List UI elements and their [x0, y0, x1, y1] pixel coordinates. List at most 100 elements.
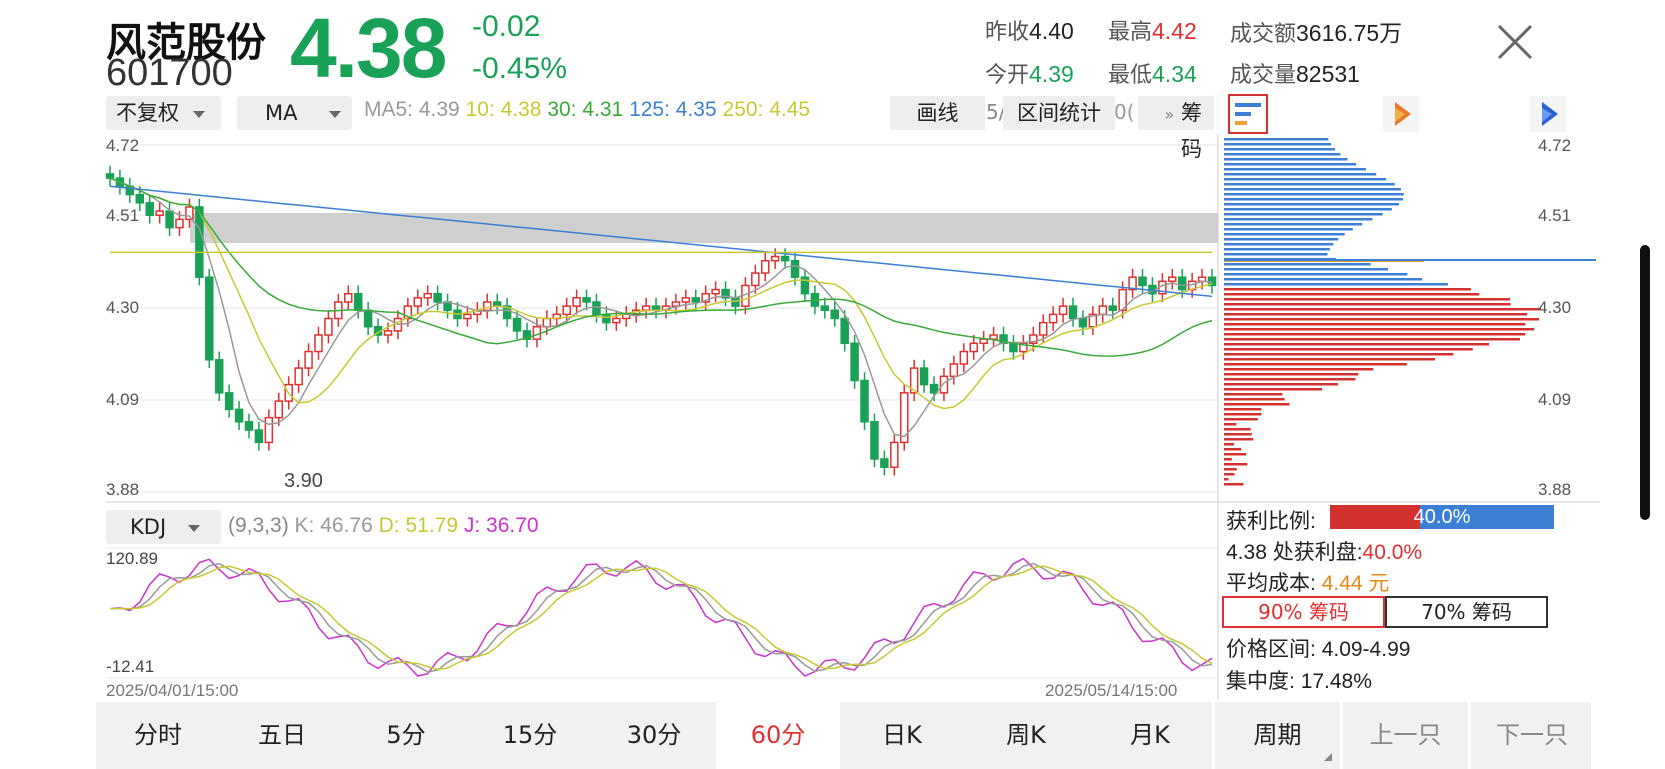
chip-tab-70[interactable]: 70% 筹码 [1385, 596, 1548, 628]
candle-body [970, 343, 977, 351]
kdj-d-line [110, 566, 1212, 669]
chip-bar [1224, 343, 1489, 346]
chip-bar [1224, 158, 1348, 161]
period-tab[interactable]: 分时 [96, 702, 220, 769]
chip-bar [1224, 248, 1330, 251]
chip-bar [1224, 383, 1338, 386]
concentration-row: 集中度: 17.48% [1226, 665, 1372, 695]
candle-body [315, 335, 322, 352]
candle-body [355, 294, 362, 311]
chip-bar [1224, 433, 1252, 436]
chip-bar [1224, 478, 1228, 481]
candle-body [1179, 277, 1186, 289]
period-tab[interactable]: 五日 [220, 702, 344, 769]
candle-body [851, 343, 858, 380]
chip-bar [1224, 173, 1376, 176]
candle-body [186, 207, 193, 219]
chip-y-tick-label: 4.72 [1538, 136, 1571, 156]
chip-bar [1224, 393, 1282, 396]
y-tick-label: 3.88 [106, 480, 139, 500]
kdj-y-max: 120.89 [106, 549, 158, 569]
chip-bar [1224, 298, 1510, 301]
chip-bar [1224, 198, 1403, 201]
period-tab[interactable]: 5分 [344, 702, 468, 769]
candle-body [136, 195, 143, 203]
candle-body [464, 314, 471, 318]
chip-bar [1224, 438, 1253, 441]
candle-body [265, 418, 272, 443]
period-tab[interactable]: 30分 [592, 702, 716, 769]
y-tick-label: 4.51 [106, 206, 139, 226]
chip-bar [1224, 348, 1473, 351]
y-tick-label: 4.72 [106, 136, 139, 156]
candle-body [434, 294, 441, 302]
concentration-value: 17.48% [1301, 670, 1372, 693]
candle-body [533, 327, 540, 339]
chip-bar [1224, 453, 1246, 456]
period-tab[interactable]: 周K [964, 702, 1088, 769]
kdj-y-min: -12.41 [106, 657, 154, 677]
y-tick-label: 4.30 [106, 298, 139, 318]
candle-body [891, 442, 898, 467]
period-tab[interactable]: 15分 [468, 702, 592, 769]
chip-bar [1224, 193, 1404, 196]
candle-body [365, 310, 372, 327]
candle-body [762, 261, 769, 273]
candle-body [772, 257, 779, 261]
candle-body [921, 368, 928, 385]
kdj-j-value: J: 36.70 [464, 514, 539, 537]
price-range-row: 价格区间: 4.09-4.99 [1226, 633, 1410, 663]
next-stock-button[interactable]: 下一只 [1468, 702, 1593, 769]
candle-body [682, 298, 689, 302]
candle-body [424, 294, 431, 298]
chip-bar [1224, 473, 1234, 476]
candle-body [384, 331, 391, 335]
chip-bar [1224, 288, 1471, 291]
candle-body [156, 211, 163, 215]
chip-bar [1224, 403, 1289, 406]
chip-tab-90[interactable]: 90% 筹码 [1222, 596, 1385, 628]
chip-bar [1224, 353, 1453, 356]
chip-bar [1224, 483, 1243, 486]
candle-body [484, 302, 491, 310]
chip-bar [1224, 408, 1261, 411]
avg-cost-row: 平均成本: 4.44 元 [1226, 567, 1389, 597]
candle-body [603, 314, 610, 322]
prev-stock-button[interactable]: 上一只 [1340, 702, 1468, 769]
chip-bar [1224, 448, 1241, 451]
resistance-band [190, 213, 1218, 243]
candle-body [275, 401, 282, 418]
chip-bar [1224, 203, 1399, 206]
candle-body [752, 273, 759, 285]
candle-body [226, 393, 233, 410]
kline-chart[interactable] [0, 0, 1665, 769]
candle-body [1060, 306, 1067, 314]
chip-bar [1224, 143, 1331, 146]
period-tab[interactable]: 月K [1088, 702, 1212, 769]
candle-body [672, 302, 679, 306]
candle-body [861, 380, 868, 421]
kdj-dropdown[interactable]: KDJ [106, 510, 221, 544]
kdj-d-value: D: 51.79 [379, 514, 458, 537]
chip-bar [1224, 268, 1388, 271]
kdj-label: KDJ [130, 515, 166, 539]
kdj-k-line [110, 563, 1212, 671]
chip-bar [1224, 238, 1338, 241]
chip-bar [1224, 263, 1371, 266]
chip-bar [1224, 308, 1541, 311]
candle-body [1099, 306, 1106, 314]
chip-bar [1224, 218, 1372, 221]
cycle-button[interactable]: 周期 [1212, 702, 1340, 769]
period-tab[interactable]: 日K [840, 702, 964, 769]
candle-body [236, 409, 243, 421]
candle-body [146, 203, 153, 215]
candle-body [1169, 277, 1176, 281]
ma10-line [110, 178, 1212, 409]
profit-ratio-bar: 40.0% [1330, 505, 1554, 529]
candle-body [643, 306, 650, 310]
candle-body [514, 319, 521, 331]
period-tab-active[interactable]: 60分 [716, 702, 840, 769]
scrollbar[interactable] [1640, 245, 1650, 520]
candle-body [821, 306, 828, 310]
candle-body [206, 277, 213, 360]
